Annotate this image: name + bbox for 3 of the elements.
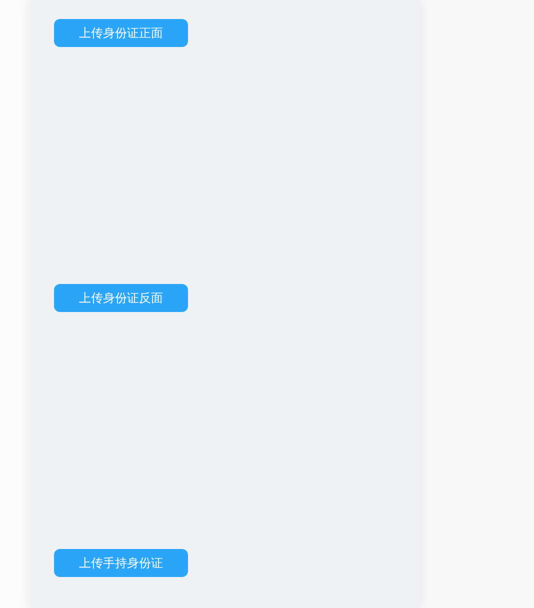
upload-button[interactable]: 上传手持身份证	[54, 549, 188, 577]
upload-button[interactable]: 上传身份证正面	[54, 19, 188, 47]
upload-button[interactable]: 上传身份证反面	[54, 284, 188, 312]
